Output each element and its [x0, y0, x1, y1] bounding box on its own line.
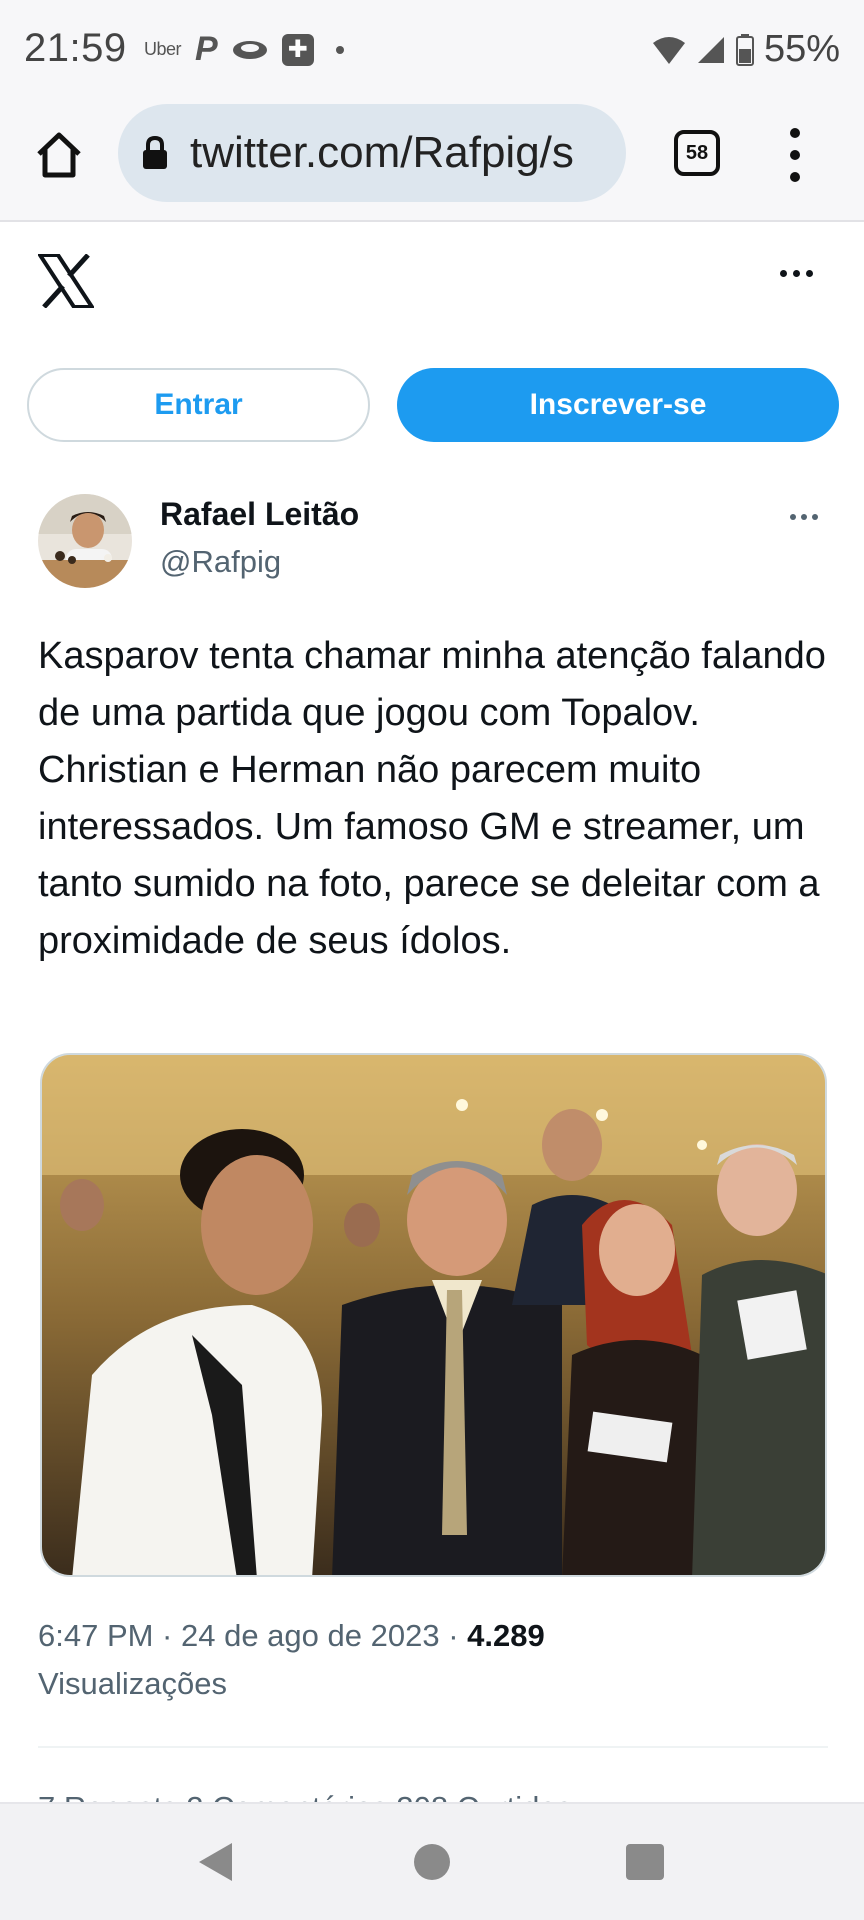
browser-toolbar: twitter.com/Rafpig/s 58	[0, 100, 864, 222]
system-nav-bar	[0, 1802, 864, 1920]
home-nav-icon[interactable]	[414, 1844, 450, 1880]
status-time: 21:59	[24, 26, 127, 70]
back-icon[interactable]	[196, 1840, 236, 1884]
status-right: 55%	[652, 28, 840, 71]
tweet-text: Kasparov tenta chamar minha atenção fala…	[38, 635, 826, 962]
lock-icon	[143, 136, 167, 169]
home-icon[interactable]	[34, 130, 84, 180]
plus-app-icon: ✚	[281, 33, 314, 66]
battery-percent: 55%	[763, 28, 840, 70]
eye-icon	[232, 40, 267, 59]
login-button[interactable]: Entrar	[27, 368, 370, 442]
uber-icon: Uber	[144, 39, 182, 59]
tweet-photo[interactable]	[40, 1053, 827, 1577]
divider	[38, 1746, 828, 1748]
p-icon: P	[195, 30, 218, 68]
views-label: Visualizações	[38, 1666, 227, 1701]
browser-menu-button[interactable]	[780, 128, 810, 182]
url-text: twitter.com/Rafpig/s	[190, 128, 574, 177]
tweet-timestamp[interactable]: 6:47 PM · 24 de ago de 2023 ·	[38, 1618, 467, 1653]
battery-icon	[735, 33, 754, 66]
menu-dot	[790, 128, 800, 138]
recents-icon[interactable]	[626, 1844, 664, 1880]
avatar[interactable]	[38, 494, 132, 588]
address-bar[interactable]: twitter.com/Rafpig/s	[118, 104, 626, 202]
tweet-more-icon[interactable]	[790, 514, 818, 520]
more-options-icon[interactable]	[780, 270, 813, 277]
wifi-icon	[652, 36, 685, 64]
views-count: 4.289	[467, 1618, 545, 1653]
signup-button[interactable]: Inscrever-se	[397, 368, 839, 442]
x-logo-icon[interactable]	[38, 254, 94, 308]
tab-switcher-button[interactable]: 58	[674, 130, 720, 176]
dot-icon	[335, 45, 344, 54]
status-bar: 21:59 Uber P ✚ 55%	[0, 0, 864, 100]
menu-dot	[790, 172, 800, 182]
tweet-meta: 6:47 PM · 24 de ago de 2023 · 4.289	[38, 1618, 545, 1654]
author-handle[interactable]: @Rafpig	[160, 544, 281, 580]
notification-icons: Uber P ✚	[144, 30, 344, 69]
menu-dot	[790, 150, 800, 160]
author-name[interactable]: Rafael Leitão	[160, 496, 359, 533]
signal-icon	[697, 36, 724, 63]
